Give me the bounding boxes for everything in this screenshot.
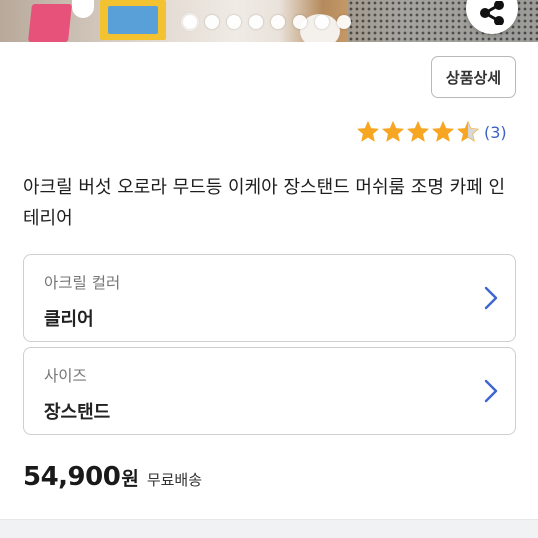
product-detail-button[interactable]: 상품상세 — [431, 56, 516, 98]
chevron-right-icon — [484, 379, 498, 403]
star-icon — [432, 121, 454, 142]
option-value: 클리어 — [44, 309, 94, 330]
price-currency: 원 — [121, 468, 139, 490]
star-icon — [407, 121, 429, 142]
review-count-link[interactable]: (3) — [484, 123, 507, 142]
shipping-info: 무료배송 — [146, 471, 203, 489]
product-title: 아크릴 버섯 오로라 무드등 이케아 장스탠드 머쉬룸 조명 카페 인테리어 — [23, 177, 506, 229]
carousel-dot[interactable] — [227, 15, 241, 29]
section-divider — [0, 519, 538, 538]
option-value: 장스탠드 — [44, 402, 111, 423]
share-icon — [480, 1, 504, 25]
carousel-dot[interactable] — [271, 15, 285, 29]
star-icon — [382, 121, 404, 142]
price-amount: 54,900 — [23, 462, 121, 492]
photo-decor — [72, 0, 94, 18]
star-rating — [356, 120, 480, 144]
carousel-dot[interactable] — [293, 15, 307, 29]
carousel-dot[interactable] — [315, 15, 329, 29]
price-row: 54,900 원 무료배송 — [23, 462, 202, 492]
carousel-indicator — [183, 15, 351, 29]
carousel-dot[interactable] — [205, 15, 219, 29]
product-photo[interactable] — [0, 0, 538, 42]
option-acrylic-color[interactable]: 아크릴 컬러 클리어 — [23, 254, 516, 342]
carousel-dot[interactable] — [249, 15, 263, 29]
carousel-dot[interactable] — [337, 15, 351, 29]
option-label: 사이즈 — [44, 367, 87, 385]
option-size[interactable]: 사이즈 장스탠드 — [23, 347, 516, 435]
option-label: 아크릴 컬러 — [44, 274, 121, 292]
carousel-dot[interactable] — [183, 15, 197, 29]
star-icon — [457, 121, 479, 142]
photo-decor — [100, 0, 166, 40]
star-icon — [357, 121, 379, 142]
chevron-right-icon — [484, 286, 498, 310]
rating[interactable]: (3) — [356, 120, 507, 144]
photo-decor — [28, 4, 72, 42]
